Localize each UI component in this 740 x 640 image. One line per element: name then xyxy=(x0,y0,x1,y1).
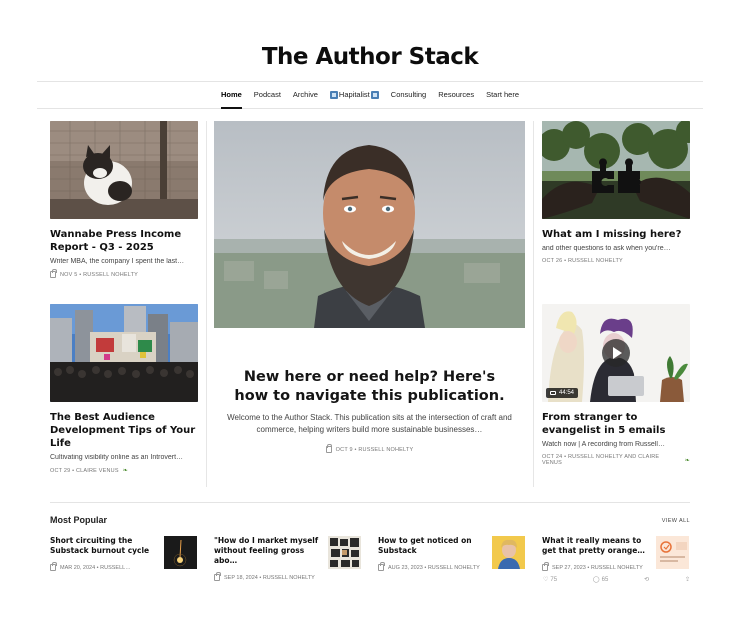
video-duration-badge: 44:54 xyxy=(546,388,579,398)
restack-button[interactable]: ⟲ xyxy=(644,576,649,583)
popular-post-thumbnail[interactable] xyxy=(164,536,197,569)
post-title[interactable]: The Best Audience Development Tips of Yo… xyxy=(50,411,198,450)
nav-archive-label: Archive xyxy=(292,90,318,99)
post-thumbnail-puzzle[interactable] xyxy=(542,121,690,219)
post-meta: NOV 5 • RUSSELL NOHELTY xyxy=(50,269,198,278)
featured-post-image[interactable] xyxy=(214,121,525,328)
post-card[interactable]: Wannabe Press Income Report - Q3 - 2025 … xyxy=(50,121,198,278)
post-thumbnail-cat[interactable] xyxy=(50,121,198,219)
play-button[interactable] xyxy=(602,339,630,367)
post-subtitle: and other questions to ask when you're… xyxy=(542,245,671,252)
post-meta-text: SEP 18, 2024 • RUSSELL NOHELTY xyxy=(224,574,315,581)
post-title[interactable]: What am I missing here? xyxy=(542,228,690,241)
featured-post[interactable]: New here or need help? Here's how to nav… xyxy=(214,121,525,453)
post-title[interactable]: Wannabe Press Income Report - Q3 - 2025 xyxy=(50,228,198,254)
post-meta: OCT 26 • RUSSELL NOHELTY xyxy=(542,258,690,264)
view-all-link[interactable]: VIEW ALL xyxy=(662,518,690,525)
post-subtitle: Watch now | A recording from Russell… xyxy=(542,441,665,448)
leaf-icon: ❧ xyxy=(684,457,690,464)
post-meta: MAR 20, 2024 • RUSSELL… xyxy=(50,562,160,571)
like-count: 75 xyxy=(550,576,558,583)
nav-consulting[interactable]: Consulting xyxy=(385,82,432,108)
post-card[interactable]: What am I missing here? and other questi… xyxy=(542,121,690,264)
most-popular-header: Most Popular VIEW ALL xyxy=(50,502,690,525)
popular-post-title[interactable]: "How do I market myself without feeling … xyxy=(214,536,324,566)
post-meta: SEP 27, 2023 • RUSSELL NOHELTY xyxy=(542,562,652,571)
share-icon: ⇪ xyxy=(684,577,690,583)
share-button[interactable]: ⇪ xyxy=(685,576,690,583)
popular-post-title[interactable]: How to get noticed on Substack xyxy=(378,536,488,556)
comment-icon: ◯ xyxy=(592,577,600,583)
nav-start-here[interactable]: Start here xyxy=(480,82,525,108)
nav-resources-label: Resources xyxy=(438,90,475,99)
hapitalist-icon xyxy=(370,91,379,99)
column-divider xyxy=(206,121,207,487)
heart-icon: ♡ xyxy=(543,577,549,583)
play-icon xyxy=(613,347,622,359)
comment-count: 65 xyxy=(601,576,609,583)
featured-post-title[interactable]: New here or need help? Here's how to nav… xyxy=(214,368,525,406)
post-meta-text: MAR 20, 2024 • RUSSELL… xyxy=(60,564,131,571)
like-button[interactable]: ♡ 75 xyxy=(543,576,558,584)
nav-home[interactable]: Home xyxy=(215,82,248,109)
hapitalist-icon xyxy=(329,91,338,99)
publication-title[interactable]: The Author Stack xyxy=(0,44,740,70)
nav-podcast-label: Podcast xyxy=(253,90,281,99)
post-meta-text: NOV 5 • RUSSELL NOHELTY xyxy=(60,271,139,278)
popular-post[interactable]: "How do I market myself without feeling … xyxy=(214,536,364,586)
post-meta-text: OCT 9 • RUSSELL NOHELTY xyxy=(335,446,414,453)
lock-icon xyxy=(542,562,549,571)
lock-icon xyxy=(50,562,57,571)
post-subtitle: Cultivating visibility online as an Intr… xyxy=(50,454,184,461)
nav-archive[interactable]: Archive xyxy=(287,82,324,108)
nav-hapitalist-label: Hapitalist xyxy=(338,90,370,99)
post-card[interactable]: 44:54 From stranger to evangelist in 5 e… xyxy=(542,304,690,466)
popular-post-thumbnail[interactable] xyxy=(656,536,689,569)
lock-icon xyxy=(50,269,57,278)
post-meta-text: OCT 29 • CLAIRE VENUS xyxy=(50,467,119,474)
popular-post[interactable]: How to get noticed on Substack AUG 23, 2… xyxy=(378,536,528,586)
nav-home-label: Home xyxy=(220,90,242,99)
comment-button[interactable]: ◯ 65 xyxy=(592,576,609,584)
popular-post-thumbnail[interactable] xyxy=(328,536,361,569)
lock-icon xyxy=(378,562,385,571)
popular-post[interactable]: Short circuiting the Substack burnout cy… xyxy=(50,536,200,586)
restack-icon: ⟲ xyxy=(644,577,650,583)
post-card[interactable]: The Best Audience Development Tips of Yo… xyxy=(50,304,198,474)
video-duration: 44:54 xyxy=(559,390,575,396)
popular-post-title[interactable]: What it really means to get that pretty … xyxy=(542,536,652,556)
post-thumbnail-video[interactable]: 44:54 xyxy=(542,304,690,402)
nav-podcast[interactable]: Podcast xyxy=(248,82,287,108)
post-stats: ♡ 75 ◯ 65 ⟲ ⇪ xyxy=(543,576,690,584)
lock-icon xyxy=(214,572,221,581)
post-meta: OCT 29 • CLAIRE VENUS ❧ xyxy=(50,467,198,475)
post-meta: SEP 18, 2024 • RUSSELL NOHELTY xyxy=(214,572,324,581)
post-meta: AUG 23, 2023 • RUSSELL NOHELTY xyxy=(378,562,488,571)
post-meta: OCT 24 • RUSSELL NOHELTY AND CLAIRE VENU… xyxy=(542,454,690,466)
video-camera-icon xyxy=(550,391,556,395)
column-divider xyxy=(533,121,534,487)
most-popular-title: Most Popular xyxy=(50,515,108,525)
main-nav: Home Podcast Archive Hapitalist Consulti… xyxy=(37,81,703,109)
nav-hapitalist[interactable]: Hapitalist xyxy=(324,82,385,108)
featured-post-description: Welcome to the Author Stack. This public… xyxy=(227,413,512,434)
nav-resources[interactable]: Resources xyxy=(432,82,480,108)
nav-start-here-label: Start here xyxy=(486,90,520,99)
popular-post-thumbnail[interactable] xyxy=(492,536,525,569)
post-title[interactable]: From stranger to evangelist in 5 emails xyxy=(542,411,690,437)
post-subtitle: Writer MBA, the company I spent the last… xyxy=(50,258,185,265)
post-meta-text: OCT 26 • RUSSELL NOHELTY xyxy=(542,258,623,264)
post-thumbnail-crowd[interactable] xyxy=(50,304,198,402)
nav-consulting-label: Consulting xyxy=(390,90,427,99)
post-meta-text: OCT 24 • RUSSELL NOHELTY AND CLAIRE VENU… xyxy=(542,454,660,466)
post-meta-text: SEP 27, 2023 • RUSSELL NOHELTY xyxy=(552,564,643,571)
popular-post-title[interactable]: Short circuiting the Substack burnout cy… xyxy=(50,536,160,556)
lock-icon xyxy=(325,444,333,453)
leaf-icon: ❧ xyxy=(122,468,128,474)
post-meta: OCT 9 • RUSSELL NOHELTY xyxy=(214,444,525,453)
post-meta-text: AUG 23, 2023 • RUSSELL NOHELTY xyxy=(388,564,480,571)
